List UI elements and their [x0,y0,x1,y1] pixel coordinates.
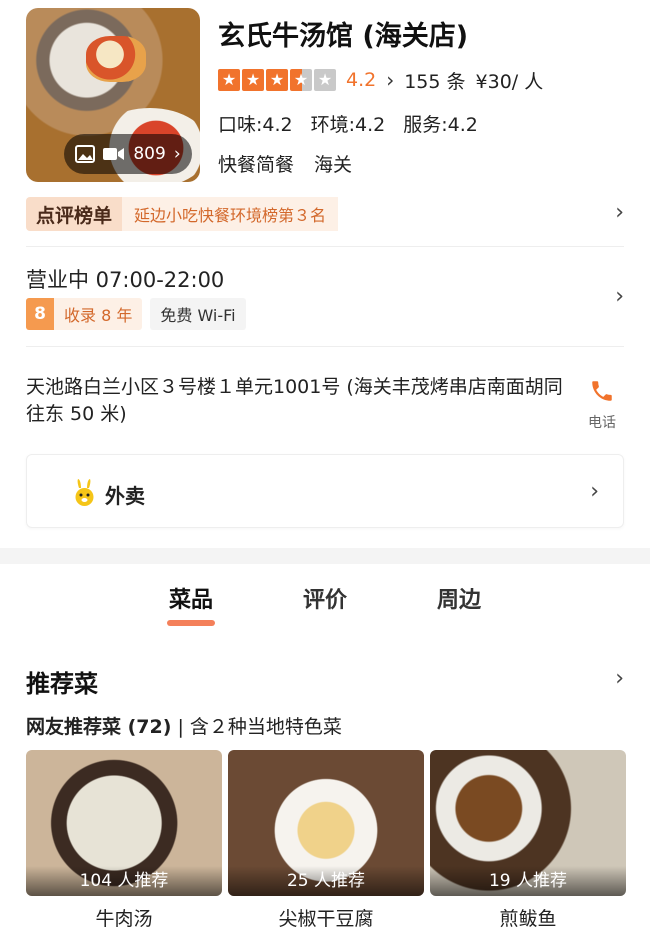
business-hours[interactable]: 营业中 07:00-22:00 [26,264,224,294]
chevron-right-icon: › [590,479,599,504]
image-icon [75,145,96,163]
star-icon: ★ [242,69,264,91]
area-tag: 海关 [314,154,353,176]
rating-score: 4.2 [346,69,377,91]
star-half-icon: ★ [290,69,312,91]
info-tags: 8 收录 8 年 免费 Wi-Fi [26,298,246,330]
video-icon [103,148,125,160]
divider [26,346,624,347]
avg-price: ¥30/ 人 [475,70,544,93]
dish-card[interactable]: 104 人推荐 牛肉汤 [26,750,222,931]
takeout-mascot-icon [75,479,94,506]
rating-row[interactable]: ★ ★ ★ ★ ★ 4.2 › 155 条 ¥30/ 人 [218,66,543,94]
dish-list: 104 人推荐 牛肉汤 25 人推荐 尖椒干豆腐 19 人推荐 煎鲅鱼 [26,750,626,931]
years-text: 收录 8 年 [64,306,133,325]
phone-label: 电话 [588,415,616,431]
chevron-right-icon: › [615,200,624,225]
divider [26,246,624,247]
tab-bar: 菜品 评价 周边 [0,582,650,626]
chevron-right-icon: › [173,144,181,164]
service-score: 服务:4.2 [403,114,478,136]
dish-name: 牛肉汤 [95,908,153,930]
dish-name: 尖椒干豆腐 [278,908,374,930]
tab-dishes[interactable]: 菜品 [166,582,216,626]
shop-name: 玄氏牛汤馆 (海关店) [218,21,469,52]
chevron-right-icon[interactable]: › [615,666,624,691]
recommend-count-label: 19 人推荐 [430,866,626,896]
dish-image: 19 人推荐 [430,750,626,896]
phone-button[interactable]: 电话 [580,378,624,432]
shop-tags: 快餐简餐 海关 [218,150,352,177]
wifi-tag: 免费 Wi-Fi [150,298,246,330]
category-tag: 快餐简餐 [218,154,295,176]
phone-icon [592,381,612,401]
recommend-count-label: 104 人推荐 [26,866,222,896]
tab-nearby[interactable]: 周边 [437,582,481,618]
recommend-count: 网友推荐菜 (72) [26,716,172,738]
star-icon: ★ [266,69,288,91]
recommend-title: 推荐菜 [26,670,98,698]
takeout-label: 外卖 [105,484,145,508]
dish-image: 25 人推荐 [228,750,424,896]
taste-score: 口味:4.2 [218,114,293,136]
local-specialty-note: | 含２种当地特色菜 [171,716,342,738]
takeout-card[interactable]: 外卖 › [26,454,624,528]
star-icon: ★ [218,69,240,91]
sub-scores: 口味:4.2 环境:4.2 服务:4.2 [218,110,478,137]
chevron-right-icon: › [386,68,395,92]
ranking-badge: 点评榜单 [26,197,123,231]
cover-food-image [86,36,146,82]
shop-cover-photo[interactable]: 809 › [26,8,200,182]
recommend-subtitle: 网友推荐菜 (72) | 含２种当地特色菜 [26,712,342,739]
chevron-right-icon[interactable]: › [615,284,624,309]
environment-score: 环境:4.2 [310,114,386,136]
dish-name: 煎鲅鱼 [499,908,557,930]
star-rating: ★ ★ ★ ★ ★ [218,69,336,91]
dish-card[interactable]: 19 人推荐 煎鲅鱼 [430,750,626,931]
recommend-count-label: 25 人推荐 [228,866,424,896]
ranking-text: 延边小吃快餐环境榜第３名 [122,197,339,231]
photo-count-badge[interactable]: 809 › [64,134,192,174]
review-count: 155 条 [404,70,466,93]
listed-years-tag: 8 收录 8 年 [26,298,143,330]
years-number: 8 [26,298,54,330]
ranking-row[interactable]: 点评榜单 延边小吃快餐环境榜第３名 › [26,196,624,232]
tab-reviews[interactable]: 评价 [303,582,347,618]
dish-card[interactable]: 25 人推荐 尖椒干豆腐 [228,750,424,931]
dish-image: 104 人推荐 [26,750,222,896]
star-empty-icon: ★ [314,69,336,91]
shop-address[interactable]: 天池路白兰小区３号楼１单元1001号 (海关丰茂烤串店南面胡同往东 50 米) [26,374,566,428]
photo-count: 809 [133,144,166,164]
section-separator [0,548,650,564]
